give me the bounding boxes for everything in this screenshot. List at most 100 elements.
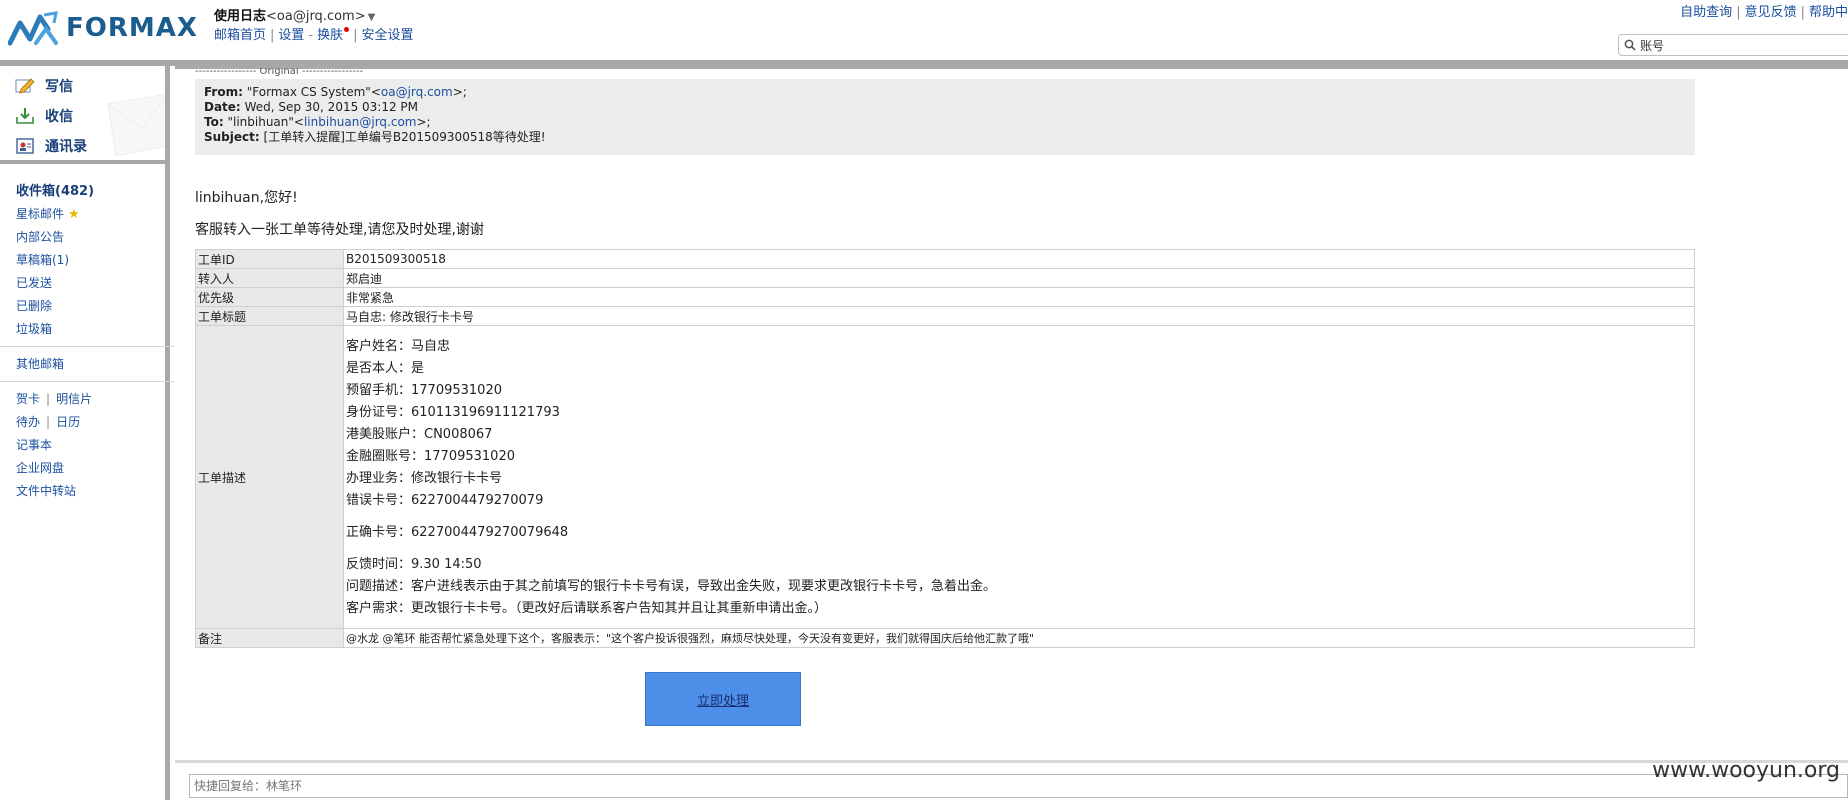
ticket-remark-label: 备注: [195, 628, 344, 648]
ticket-remark-value: @水龙 @笔环 能否帮忙紧急处理下这个，客服表示："这个客户投诉很强烈，麻烦尽快…: [343, 628, 1695, 648]
ticket-id-label: 工单ID: [195, 249, 344, 269]
desc-line: 身份证号：610113196911121793: [346, 405, 560, 420]
receive-label: 收信: [45, 109, 73, 125]
folder-deleted[interactable]: 已删除: [16, 295, 161, 318]
main-top-divider: [175, 66, 1848, 69]
link-self-service[interactable]: 自助查询: [1680, 5, 1732, 20]
ticket-priority-value: 非常紧急: [343, 287, 1695, 307]
pencil-icon: [15, 78, 35, 94]
ticket-transfer-label: 转入人: [195, 268, 344, 288]
mail-view: ----------------- Original -------------…: [175, 66, 1848, 800]
table-row: 工单标题 马自忠: 修改银行卡卡号: [195, 306, 1695, 326]
desc-line-correct-card: 正确卡号：6227004479270079648: [346, 525, 569, 540]
folder-divider: [0, 381, 177, 382]
ticket-id-value: B201509300518: [343, 249, 1695, 269]
compose-label: 写信: [45, 79, 73, 95]
link-help[interactable]: 帮助中: [1809, 5, 1848, 20]
table-row: 备注 @水龙 @笔环 能否帮忙紧急处理下这个，客服表示："这个客户投诉很强烈，麻…: [195, 628, 1695, 648]
folder-other[interactable]: 其他邮箱: [16, 353, 161, 376]
folder-inbox[interactable]: 收件箱(482): [16, 180, 161, 203]
quick-reply-box[interactable]: [189, 774, 1848, 798]
process-now-button[interactable]: 立即处理: [645, 672, 801, 726]
search-input[interactable]: [1640, 38, 1840, 52]
process-now-label: 立即处理: [696, 693, 749, 709]
link-settings[interactable]: 设置: [278, 28, 304, 43]
table-row: 工单ID B201509300518: [195, 249, 1695, 269]
intro-text: 客服转入一张工单等待处理,请您及时处理,谢谢: [195, 222, 484, 238]
table-row: 优先级 非常紧急: [195, 287, 1695, 307]
folder-sent[interactable]: 已发送: [16, 272, 161, 295]
ticket-title-value: 马自忠: 修改银行卡卡号: [343, 306, 1695, 326]
tool-netdisk[interactable]: 企业网盘: [16, 457, 161, 480]
tool-todo[interactable]: 待办: [16, 415, 40, 429]
ticket-table: 工单ID B201509300518 转入人 郑启迪 优先级 非常紧急 工单标题…: [195, 249, 1695, 648]
tools-row-2: 待办 | 日历: [16, 415, 81, 429]
user-name: 使用日志: [214, 9, 267, 24]
search-box[interactable]: [1618, 34, 1848, 56]
envelope-decoration-icon: [107, 93, 165, 157]
ticket-title-label: 工单标题: [195, 306, 344, 326]
receive-button[interactable]: 收信: [15, 104, 73, 128]
ticket-desc-value: 客户姓名：马自忠 是否本人：是 预留手机：17709531020 身份证号：61…: [343, 325, 1695, 629]
ticket-desc-label: 工单描述: [195, 325, 344, 629]
tool-postcard[interactable]: 明信片: [56, 392, 92, 406]
header: FORMAX 使用日志<oa@jrq.com> ▼ 邮箱首页 | 设置 - 换肤 | 安全设置…: [0, 0, 1848, 66]
to-line: To: "linbihuan"<linbihuan@jrq.com>;: [204, 115, 431, 129]
greeting: linbihuan,您好!: [195, 190, 298, 206]
folder-notice[interactable]: 内部公告: [16, 226, 161, 249]
star-icon: ★: [68, 207, 80, 222]
link-security[interactable]: 安全设置: [362, 28, 414, 43]
desc-line: 错误卡号：6227004479270079: [346, 493, 544, 508]
address-book-icon: [16, 138, 34, 154]
link-mailbox-home[interactable]: 邮箱首页: [214, 28, 266, 43]
chevron-down-icon[interactable]: ▼: [368, 12, 376, 23]
tool-card[interactable]: 贺卡: [16, 392, 40, 406]
from-line: From: "Formax CS System"<oa@jrq.com>;: [204, 85, 467, 99]
compose-button[interactable]: 写信: [15, 74, 73, 98]
formax-logo[interactable]: FORMAX: [8, 8, 198, 48]
table-row: 转入人 郑启迪: [195, 268, 1695, 288]
sidebar: 写信 收信 通讯录 收件箱(482) 星标邮件 ★ 内部公告 草稿箱(1) 已发送: [0, 66, 177, 800]
watermark: www.wooyun.org: [1652, 758, 1840, 783]
contacts-button[interactable]: 通讯录: [15, 134, 87, 158]
folder-trash[interactable]: 垃圾箱: [16, 318, 161, 341]
inbox-download-icon: [16, 108, 34, 124]
new-badge-dot: [344, 27, 350, 32]
quoted-header: From: "Formax CS System"<oa@jrq.com>; Da…: [195, 79, 1695, 155]
to-email-link[interactable]: linbihuan@jrq.com: [304, 115, 417, 129]
link-skin[interactable]: 换肤: [317, 28, 343, 43]
desc-line: 金融圈账号：17709531020: [346, 449, 515, 464]
top-right-links: 自助查询 | 意见反馈 | 帮助中: [1680, 5, 1848, 20]
original-separator: ----------------- Original -------------…: [195, 68, 364, 77]
subject-line: Subject: [工单转入提醒]工单编号B201509300518等待处理!: [204, 130, 546, 144]
reply-divider: [175, 760, 1848, 763]
user-line[interactable]: 使用日志<oa@jrq.com> ▼: [214, 7, 414, 27]
tool-transfer[interactable]: 文件中转站: [16, 480, 161, 503]
user-block: 使用日志<oa@jrq.com> ▼ 邮箱首页 | 设置 - 换肤 | 安全设置: [214, 7, 414, 45]
logo-text: FORMAX: [66, 13, 198, 43]
folder-starred[interactable]: 星标邮件 ★: [16, 203, 161, 226]
folder-starred-label: 星标邮件: [16, 207, 65, 221]
desc-line: 问题描述：客户进线表示由于其之前填写的银行卡卡号有误，导致出金失败，现要求更改银…: [346, 579, 997, 594]
tools-row-1: 贺卡 | 明信片: [16, 392, 93, 406]
tool-notes[interactable]: 记事本: [16, 434, 161, 457]
folder-divider: [0, 346, 177, 347]
formax-logo-icon: [8, 11, 58, 46]
tool-calendar[interactable]: 日历: [56, 415, 80, 429]
from-email-link[interactable]: oa@jrq.com: [381, 85, 453, 99]
user-links: 邮箱首页 | 设置 - 换肤 | 安全设置: [214, 27, 414, 43]
desc-line: 办理业务：修改银行卡卡号: [346, 471, 503, 486]
desc-line: 港美股账户：CN008067: [346, 427, 493, 442]
desc-line: 客户需求：更改银行卡卡号。（更改好后请联系客户告知其并且让其重新申请出金。）: [346, 601, 828, 616]
search-icon: [1624, 39, 1636, 51]
folder-drafts[interactable]: 草稿箱(1): [16, 249, 161, 272]
ticket-transfer-value: 郑启迪: [343, 268, 1695, 288]
desc-line: 预留手机：17709531020: [346, 383, 502, 398]
folder-list: 收件箱(482) 星标邮件 ★ 内部公告 草稿箱(1) 已发送 已删除 垃圾箱 其…: [0, 180, 177, 503]
link-feedback[interactable]: 意见反馈: [1745, 5, 1797, 20]
desc-line: 客户姓名：马自忠: [346, 339, 451, 354]
date-line: Date: Wed, Sep 30, 2015 03:12 PM: [204, 100, 419, 114]
desc-line: 是否本人：是: [346, 361, 425, 376]
quick-reply-input[interactable]: [194, 779, 1847, 793]
contacts-label: 通讯录: [45, 139, 87, 155]
